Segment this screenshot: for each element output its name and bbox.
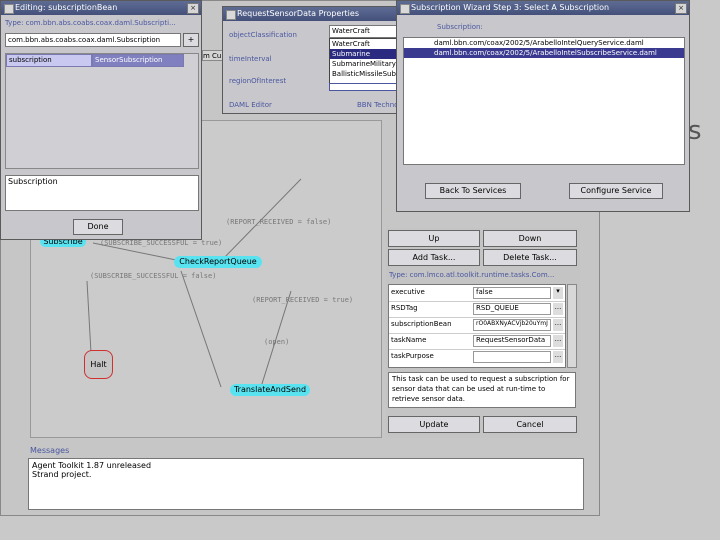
configure-service-button[interactable]: Configure Service (569, 183, 663, 199)
properties-title: RequestSensorData Properties (237, 9, 359, 18)
node-halt-label: Halt (90, 360, 107, 369)
property-sheet: executive false ▾ RSDTag RSD_QUEUE ... s… (388, 284, 566, 368)
property-value[interactable]: RequestSensorData (473, 335, 551, 347)
property-name: taskName (391, 336, 427, 344)
editing-title: Editing: subscriptionBean (15, 3, 118, 12)
property-row: executive false ▾ (389, 285, 565, 302)
list-item[interactable]: daml.bbn.com/coax/2002/5/ArabelloIntelSu… (404, 48, 684, 58)
ellipsis-button[interactable]: ... (553, 319, 563, 331)
property-value[interactable]: false (473, 287, 551, 299)
task-type-label: Type: com.lmco.atl.toolkit.runtime.tasks… (389, 271, 555, 279)
property-row: RSDTag RSD_QUEUE ... (389, 301, 565, 318)
down-button[interactable]: Down (483, 230, 577, 247)
property-value[interactable]: RSD_QUEUE (473, 303, 551, 315)
messages-title: Messages (30, 446, 70, 455)
label-object-classification: objectClassification (229, 31, 297, 39)
property-value[interactable] (473, 351, 551, 363)
close-icon[interactable]: × (187, 3, 199, 14)
property-name: subscriptionBean (391, 320, 452, 328)
edge-label-report-true: (REPORT_RECEIVED = true) (252, 296, 354, 304)
wizard-title: Subscription Wizard Step 3: Select A Sub… (411, 3, 610, 12)
done-button[interactable]: Done (73, 219, 123, 235)
update-button[interactable]: Update (388, 416, 480, 433)
ellipsis-button[interactable]: ... (553, 335, 563, 347)
list-item[interactable]: SensorSubscription (92, 54, 184, 67)
task-description: This task can be used to request a subsc… (388, 372, 576, 408)
back-to-services-button[interactable]: Back To Services (425, 183, 521, 199)
close-icon[interactable]: × (675, 3, 687, 14)
edge-label-subscribe-true: (SUBSCRIBE_SUCCESSFUL = true) (100, 239, 223, 247)
add-task-button[interactable]: Add Task... (388, 249, 480, 266)
property-row: taskPurpose ... (389, 349, 565, 365)
editing-titlebar[interactable]: Editing: subscriptionBean × (1, 1, 201, 15)
property-scrollbar[interactable] (567, 284, 577, 368)
node-check-report-queue[interactable]: CheckReportQueue (174, 256, 262, 268)
property-row: taskName RequestSensorData ... (389, 333, 565, 350)
editor-text-area[interactable]: Subscription (5, 175, 199, 211)
editor-add-button[interactable]: + (183, 33, 199, 47)
edge-label-subscribe-false: (SUBSCRIBE_SUCCESSFUL = false) (90, 272, 217, 280)
cancel-button[interactable]: Cancel (483, 416, 577, 433)
property-name: taskPurpose (391, 352, 434, 360)
node-translate-and-send[interactable]: TranslateAndSend (230, 384, 310, 396)
message-line: Strand project. (32, 470, 92, 479)
hidden-tab-label[interactable]: m Cu (202, 50, 224, 61)
label-region-of-interest: regionOfInterest (229, 77, 287, 85)
wizard-titlebar[interactable]: Subscription Wizard Step 3: Select A Sub… (397, 1, 689, 15)
edge-label-open: (open) (264, 338, 290, 346)
property-row: subscriptionBean rO0ABXNyACVjb20uYmJ ... (389, 317, 565, 334)
window-icon (4, 4, 14, 14)
chevron-down-icon[interactable]: ▾ (553, 287, 563, 299)
wizard-window: Subscription Wizard Step 3: Select A Sub… (396, 0, 690, 212)
property-value[interactable]: rO0ABXNyACVjb20uYmJ (473, 319, 551, 331)
property-name: RSDTag (391, 304, 418, 312)
messages-pane: Agent Toolkit 1.87 unreleased Strand pro… (28, 458, 584, 510)
editing-window: Editing: subscriptionBean × Type: com.bb… (0, 0, 202, 240)
ellipsis-button[interactable]: ... (553, 351, 563, 363)
delete-task-button[interactable]: Delete Task... (483, 249, 577, 266)
window-icon (226, 10, 236, 20)
ellipsis-button[interactable]: ... (553, 303, 563, 315)
subscription-label: Subscription: (437, 23, 483, 31)
editor-type-label: Type: com.bbn.abs.coabs.coax.daml.Subscr… (5, 19, 176, 27)
editor-list: subscription SensorSubscription (5, 53, 199, 169)
list-item[interactable]: daml.bbn.com/coax/2002/5/ArabelloIntelQu… (404, 38, 684, 48)
label-time-interval: timeInterval (229, 55, 272, 63)
daml-editor-label: DAML Editor (229, 101, 272, 109)
edge-label-report-false: (REPORT_RECEIVED = false) (226, 218, 332, 226)
property-name: executive (391, 288, 425, 296)
subscription-list: daml.bbn.com/coax/2002/5/ArabelloIntelQu… (403, 37, 685, 165)
editor-class-field[interactable]: com.bbn.abs.coabs.coax.daml.Subscription (5, 33, 181, 47)
combo-value: WaterCraft (332, 27, 370, 35)
node-halt[interactable]: Halt (84, 350, 113, 379)
window-icon (400, 4, 410, 14)
message-line: Agent Toolkit 1.87 unreleased (32, 461, 152, 470)
side-letter: s (688, 116, 702, 146)
list-item[interactable]: subscription (6, 54, 92, 67)
up-button[interactable]: Up (388, 230, 480, 247)
